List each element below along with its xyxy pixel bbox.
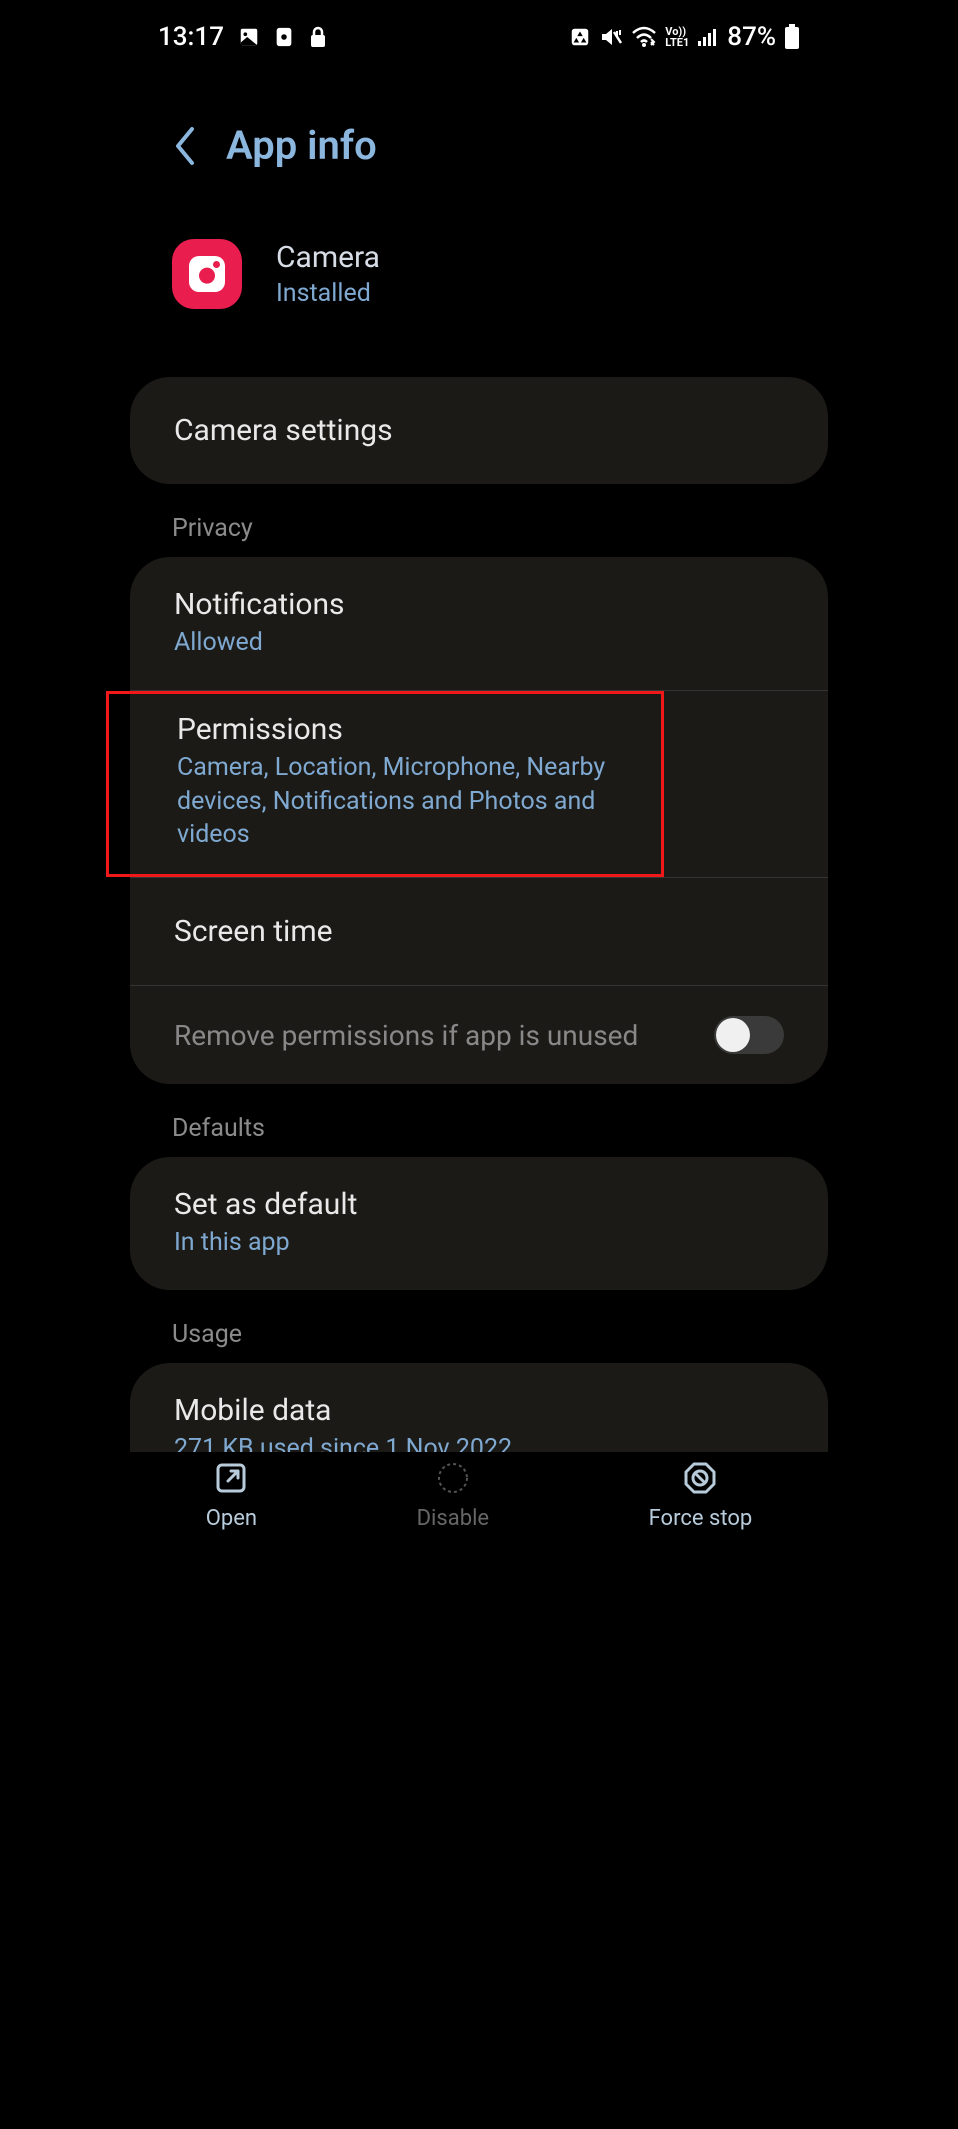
back-button[interactable] [172,125,196,167]
battery-icon [784,24,800,50]
card-icon [274,26,294,48]
recycle-icon [569,26,591,48]
remove-permissions-toggle[interactable] [714,1016,784,1054]
battery-pct: 87% [727,22,776,52]
wifi-icon [631,26,657,48]
remove-permissions-row[interactable]: Remove permissions if app is unused [130,985,828,1084]
app-name: Camera [276,240,380,275]
permissions-row[interactable]: Permissions Camera, Location, Microphone… [177,712,617,852]
lock-icon [308,25,328,49]
app-status: Installed [276,279,380,308]
camera-icon [189,256,225,292]
bottom-action-bar: Open Disable Force stop [126,1452,832,1549]
disable-button[interactable]: Disable [417,1460,489,1531]
notifications-sub: Allowed [174,626,784,660]
status-bar: 13:17 Vo))LTE1 87 [126,0,832,62]
picture-icon [238,26,260,48]
mobile-data-title: Mobile data [174,1393,784,1428]
force-stop-icon [682,1460,718,1496]
section-privacy: Privacy [126,484,832,557]
open-icon [213,1460,249,1496]
toggle-knob [716,1018,750,1052]
notifications-row[interactable]: Notifications Allowed [130,557,828,690]
set-default-sub: In this app [174,1226,784,1260]
set-default-row[interactable]: Set as default In this app [130,1157,828,1290]
mute-icon [599,26,623,48]
permissions-highlight: Permissions Camera, Location, Microphone… [106,691,664,877]
app-icon [172,239,242,309]
force-stop-label: Force stop [649,1506,753,1531]
section-defaults: Defaults [126,1084,832,1157]
disable-icon [435,1460,471,1496]
open-label: Open [206,1506,257,1531]
page-title: App info [226,122,377,169]
screen-time-row[interactable]: Screen time [130,877,828,985]
camera-settings-card[interactable]: Camera settings [130,377,828,484]
app-header: Camera Installed [126,169,832,329]
camera-settings-label: Camera settings [174,413,784,448]
permissions-title: Permissions [177,712,617,747]
disable-label: Disable [417,1506,489,1531]
remove-permissions-label: Remove permissions if app is unused [174,1019,638,1052]
screen-time-title: Screen time [174,914,784,949]
open-button[interactable]: Open [206,1460,257,1531]
set-default-title: Set as default [174,1187,784,1222]
lte-icon: Vo))LTE1 [665,26,689,48]
section-usage: Usage [126,1290,832,1363]
signal-icon [697,27,719,47]
notifications-title: Notifications [174,587,784,622]
force-stop-button[interactable]: Force stop [649,1460,753,1531]
permissions-sub: Camera, Location, Microphone, Nearby dev… [177,751,617,852]
status-time: 13:17 [158,22,224,52]
